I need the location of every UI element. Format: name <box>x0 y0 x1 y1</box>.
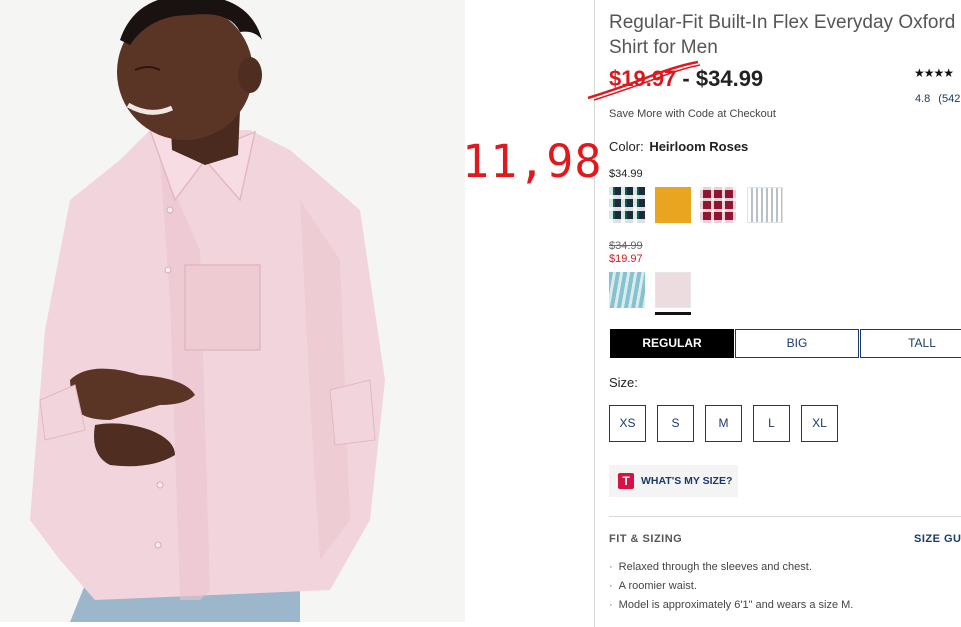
list-item: Model is approximately 6'1" and wears a … <box>609 598 854 617</box>
swatch-group-sale-price: $19.97 <box>609 253 643 265</box>
rating-stars[interactable]: ★★★★ <box>914 66 954 80</box>
size-option-xl[interactable]: XL <box>801 405 838 442</box>
section-divider <box>609 516 961 517</box>
color-label: Color: <box>609 139 644 154</box>
rating-summary[interactable]: 4.8 (542 <box>915 93 960 105</box>
swatch-light-blue-stripe[interactable] <box>609 272 645 308</box>
product-title-line: Regular-Fit Built-In Flex Everyday Oxfor… <box>609 12 956 33</box>
swatch-red-plaid[interactable] <box>700 187 736 223</box>
product-image <box>0 0 465 622</box>
product-title-line: Shirt for Men <box>609 37 718 58</box>
size-option-l[interactable]: L <box>753 405 790 442</box>
tab-big[interactable]: BIG <box>735 329 859 358</box>
size-option-s[interactable]: S <box>657 405 694 442</box>
fit-sizing-heading: FIT & SIZING <box>609 533 683 545</box>
handwritten-strikethrough <box>587 60 701 101</box>
selected-swatch-indicator <box>655 312 691 315</box>
whats-my-size-label: WHAT'S MY SIZE? <box>641 475 733 487</box>
tab-tall[interactable]: TALL <box>860 329 961 358</box>
swatch-group-price: $34.99 <box>609 168 643 180</box>
whats-my-size-button[interactable]: T WHAT'S MY SIZE? <box>609 465 738 497</box>
color-label-row: Color: Heirloom Roses <box>609 139 748 154</box>
product-title: Regular-Fit Built-In Flex Everyday Oxfor… <box>609 10 961 60</box>
swatch-group-original-price: $34.99 <box>609 240 643 252</box>
rating-count: (542 <box>938 93 961 105</box>
list-item: A roomier waist. <box>609 579 853 598</box>
handwritten-price-annotation: 11,98 <box>462 135 603 188</box>
rating-value: 4.8 <box>915 93 931 105</box>
list-item: Relaxed through the sleeves and chest. <box>609 560 853 579</box>
size-option-xs[interactable]: XS <box>609 405 646 442</box>
tab-regular[interactable]: REGULAR <box>610 329 734 358</box>
swatch-green-plaid[interactable] <box>609 187 645 223</box>
selected-color-name: Heirloom Roses <box>649 139 749 154</box>
size-guide-link[interactable]: SIZE GU <box>914 533 961 545</box>
fit-details-list: Relaxed through the sleeves and chest. A… <box>609 560 854 617</box>
swatch-gold[interactable] <box>655 187 691 223</box>
truefit-icon: T <box>618 473 634 489</box>
size-label: Size: <box>609 375 638 390</box>
promo-text: Save More with Code at Checkout <box>609 108 776 120</box>
size-option-m[interactable]: M <box>705 405 742 442</box>
swatch-gray-stripe[interactable] <box>747 187 783 223</box>
swatch-heirloom-roses[interactable] <box>655 272 691 308</box>
